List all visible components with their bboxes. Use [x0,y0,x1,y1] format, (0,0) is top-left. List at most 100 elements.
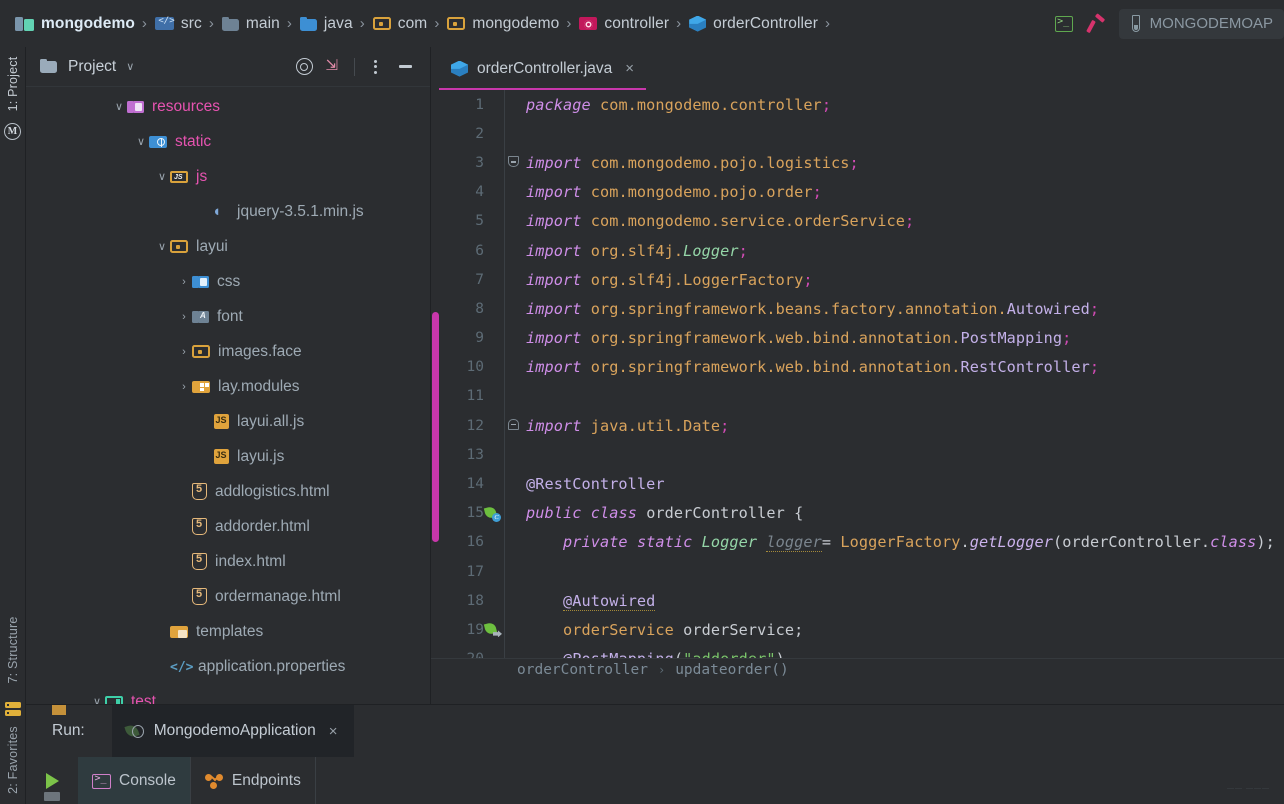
breadcrumb-item-mongodemo-pkg[interactable]: mongodemo [446,0,560,47]
package-folder-icon [447,16,465,31]
breadcrumb-separator: › [566,15,571,32]
breadcrumb-item-orderController[interactable]: orderController [688,0,819,47]
tree-node-templates[interactable]: templates [26,614,430,649]
breadcrumb-separator: › [676,15,681,32]
breadcrumb-item-src[interactable]: src [154,0,203,47]
code-token: com.mongodemo.pojo.logistics [591,154,850,172]
code-token: ; [739,242,748,260]
hammer-build-icon[interactable] [1087,15,1105,33]
fold-collapse-icon[interactable] [508,156,519,167]
code-line: 9import org.springframework.web.bind.ann… [431,324,1284,353]
code-token: ( [1053,533,1062,551]
structure-icon[interactable] [5,702,21,716]
locate-target-button[interactable] [289,52,319,82]
spring-autowire-gutter-icon[interactable] [485,622,500,637]
intellij-idea-window: mongodemo › src › main › java › com › mo… [0,0,1284,804]
fold-marker-slot [506,119,522,148]
breadcrumb-item-java[interactable]: java [299,0,354,47]
chevron-down-icon[interactable]: ∨ [154,170,170,183]
play-icon [46,773,59,789]
tree-node-addorder-html[interactable]: addorder.html [26,509,430,544]
gutter-slot [484,178,506,207]
tab-endpoints[interactable]: Endpoints [191,757,316,804]
tree-node-application-properties[interactable]: </> application.properties [26,649,430,684]
editor-change-marker[interactable] [432,312,439,542]
code-token: orderController [646,504,794,522]
chevron-right-icon[interactable]: › [176,381,192,393]
tree-node-index-html[interactable]: index.html [26,544,430,579]
code-token: logger [766,533,821,552]
fold-marker-slot [506,207,522,236]
collapse-all-button[interactable]: ⇲ [319,52,349,82]
chevron-down-icon[interactable]: ∨ [154,240,170,253]
close-icon[interactable]: × [329,723,338,740]
tree-node-resources[interactable]: ∨ resources [26,89,430,124]
tool-button-project[interactable]: 1: Project [6,48,20,120]
run-tab-mongodemoapplication[interactable]: MongodemoApplication × [112,705,354,757]
tree-node-ordermanage-html[interactable]: ordermanage.html [26,579,430,614]
tree-node-layui[interactable]: ∨ layui [26,229,430,264]
breadcrumb-label: controller [604,15,669,33]
code-line: 2 [431,119,1284,148]
hide-panel-button[interactable] [390,52,420,82]
breadcrumb-item-controller[interactable]: controller [578,0,670,47]
tree-node-layui-js[interactable]: layui.js [26,439,430,474]
close-icon[interactable]: × [625,60,634,77]
options-button[interactable] [360,52,390,82]
code-token: Logger [702,533,757,551]
tree-node-label: ordermanage.html [215,588,341,606]
editor-breadcrumb-class[interactable]: orderController [517,662,648,678]
package-folder-icon [373,16,391,31]
fold-marker-slot [506,528,522,557]
breadcrumb-item-com[interactable]: com [372,0,429,47]
tool-button-structure[interactable]: 7: Structure [6,610,20,690]
tree-node-static[interactable]: ∨ static [26,124,430,159]
chevron-right-icon[interactable]: › [176,311,192,323]
code-token: import [526,417,591,435]
tree-node-test[interactable]: ∨ test [26,684,430,704]
chevron-down-icon[interactable]: ∨ [126,60,134,73]
stop-icon[interactable] [44,792,60,801]
breadcrumb-item-main[interactable]: main [221,0,281,47]
run-configuration-selector[interactable]: MONGODEMOAP [1119,9,1284,39]
js-file-icon [214,449,229,464]
terminal-icon[interactable] [1055,16,1073,32]
collapse-all-icon: ⇲ [326,58,343,75]
gutter-slot [484,586,506,615]
tree-node-font[interactable]: › font [26,299,430,334]
code-line: 7import org.slf4j.LoggerFactory; [431,265,1284,294]
tree-node-css[interactable]: › css [26,264,430,299]
breadcrumb-item-mongodemo[interactable]: mongodemo [14,0,136,47]
tree-node-js[interactable]: ∨ JS js [26,159,430,194]
tree-node-label: images.face [218,343,302,361]
spring-bean-gutter-icon[interactable]: C [485,506,500,521]
code-area[interactable]: 1package com.mongodemo.controller;23impo… [431,90,1284,681]
chevron-right-icon[interactable]: › [176,346,192,358]
code-line: 19 orderService orderService; [431,615,1284,644]
fold-marker-slot [506,440,522,469]
run-button[interactable] [26,757,78,804]
chevron-down-icon[interactable]: ∨ [89,695,105,704]
editor-tab-orderController[interactable]: orderController.java × [431,47,646,90]
run-panel-subtabs: Console Endpoints [26,757,1284,804]
editor-breadcrumb-separator: › [658,663,665,677]
chevron-down-icon[interactable]: ∨ [111,100,127,113]
code-token: import [526,242,591,260]
tool-button-favorites[interactable]: 2: Favorites [6,720,20,800]
chevron-down-icon[interactable]: ∨ [133,135,149,148]
chevron-right-icon[interactable]: › [176,276,192,288]
code-token: org.springframework.beans.factory.annota… [591,300,1007,318]
tree-node-jquery[interactable]: ◖ jquery-3.5.1.min.js [26,194,430,229]
tree-node-lay-modules[interactable]: › lay.modules [26,369,430,404]
code-text: import org.springframework.web.bind.anno… [522,329,1071,347]
maven-icon[interactable]: M [4,123,21,140]
fold-collapse-icon[interactable] [508,419,519,430]
fold-marker-slot [506,265,522,294]
project-panel-header: Project ∨ ⇲ [26,47,430,87]
editor-breadcrumb-method[interactable]: updateorder() [675,662,789,678]
tree-node-addlogistics-html[interactable]: addlogistics.html [26,474,430,509]
tree-node-images-face[interactable]: › images.face [26,334,430,369]
tree-node-layui-all-js[interactable]: layui.all.js [26,404,430,439]
tab-console[interactable]: Console [78,757,191,804]
font-folder-icon [192,310,209,324]
